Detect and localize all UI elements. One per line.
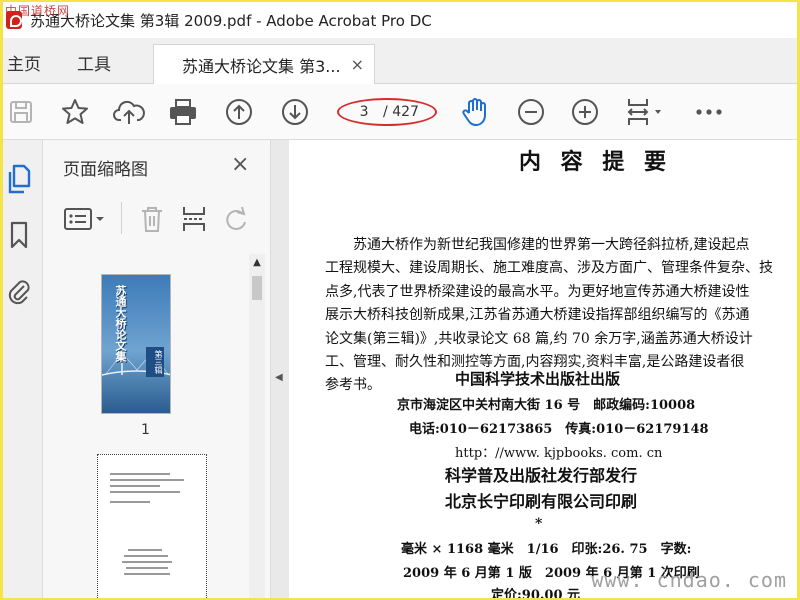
publisher-line: * xyxy=(535,516,543,532)
attachments-button[interactable] xyxy=(5,276,33,306)
toolbar-divider xyxy=(121,202,122,234)
ellipsis-icon xyxy=(696,109,722,115)
options-list-icon xyxy=(64,208,104,230)
trash-icon xyxy=(142,207,162,232)
rotate-icon xyxy=(226,206,246,230)
paragraph-line: 点多,代表了世界桥梁建设的最高水平。为更好地宣传苏通大桥建设性 xyxy=(325,283,750,300)
next-page-button[interactable] xyxy=(279,96,311,128)
left-navigation-rail xyxy=(3,140,43,598)
paragraph-line: 论文集(第三辑)》,共收录论文 68 篇,约 70 余万字,涵盖苏通大桥设计 xyxy=(325,330,753,347)
zoom-out-button[interactable] xyxy=(515,96,547,128)
acrobat-window: 苏通大桥论文集 第3辑 2009.pdf - Adobe Acrobat Pro… xyxy=(3,2,797,598)
page-number-input[interactable] xyxy=(355,103,374,121)
publisher-line: 毫米 × 1168 毫米 1/16 印张:26. 75 字数: xyxy=(401,542,692,557)
publisher-line: 定价:90.00 元 xyxy=(491,588,581,598)
page-thumbnail-1[interactable]: 苏通大桥论文集 第三辑 xyxy=(101,274,171,414)
thumbnail-text-line xyxy=(122,561,172,563)
thumbnail-page-number: 1 xyxy=(141,422,150,438)
bookmarks-button[interactable] xyxy=(5,220,33,250)
print-button[interactable] xyxy=(167,96,199,128)
hand-tool-button[interactable] xyxy=(459,96,491,128)
more-tools-button[interactable] xyxy=(693,96,725,128)
window-title: 苏通大桥论文集 第3辑 2009.pdf - Adobe Acrobat Pro… xyxy=(30,11,432,30)
thumbnail-text-line xyxy=(110,473,170,475)
panel-collapse-strip[interactable]: ◀ xyxy=(271,140,289,598)
plus-circle-icon xyxy=(572,99,598,125)
page-heading: 内 容 提 要 xyxy=(519,150,672,175)
tab-home[interactable]: 主页 xyxy=(7,50,41,75)
panel-title: 页面缩略图 xyxy=(63,160,148,180)
panel-toolbar xyxy=(61,200,261,240)
document-tab-label: 苏通大桥论文集 第3... xyxy=(182,57,341,76)
thumbnail-text-line xyxy=(110,485,160,487)
close-tab-button[interactable]: × xyxy=(351,55,364,74)
paperclip-icon xyxy=(8,280,30,305)
paragraph-line: 展示大桥科技创新成果,江苏省苏通大桥建设指挥部组织编写的《苏通 xyxy=(325,307,750,324)
page-total-label: / 427 xyxy=(383,104,419,120)
page-fit-dropdown[interactable] xyxy=(623,96,667,128)
minus-circle-icon xyxy=(518,99,544,125)
thumbnail-text-line xyxy=(110,491,180,493)
fit-page-icon xyxy=(627,99,661,125)
thumbnail-options-button[interactable] xyxy=(63,204,107,234)
star-icon xyxy=(62,99,88,124)
thumbnail-text-line xyxy=(128,549,162,551)
document-page: 内 容 提 要 苏通大桥作为新世纪我国修建的世界第一大跨径斜拉桥,建设起点 工程… xyxy=(295,140,797,598)
thumbnail-panel: 页面缩略图 × ▲ 苏通大桥论文集 第三辑 1 xyxy=(43,140,271,598)
cloud-upload-icon xyxy=(113,100,145,124)
bookmark-star-button[interactable] xyxy=(59,96,91,128)
page-number-indicator: / 427 xyxy=(337,98,437,126)
publisher-line: 北京长宁印刷有限公司印刷 xyxy=(445,492,638,511)
scroll-thumb[interactable] xyxy=(252,276,262,300)
hand-icon xyxy=(462,98,486,126)
thumbnail-scrollbar[interactable]: ▲ xyxy=(249,254,265,598)
bookmark-icon xyxy=(10,221,28,249)
thumbnail-text-line xyxy=(110,501,150,503)
thumbnail-text-line xyxy=(126,567,168,569)
scroll-up-arrow-icon[interactable]: ▲ xyxy=(249,254,265,272)
previous-page-button[interactable] xyxy=(223,96,255,128)
tab-row: 主页 工具 苏通大桥论文集 第3... × xyxy=(3,38,797,85)
thumbnail-text-line xyxy=(110,479,184,481)
thumbnail-text-line xyxy=(124,573,170,575)
zoom-in-button[interactable] xyxy=(569,96,601,128)
close-panel-button[interactable]: × xyxy=(231,152,249,177)
collapse-left-arrow-icon[interactable]: ◀ xyxy=(275,372,283,383)
publisher-line: 科学普及出版社发行部发行 xyxy=(445,466,638,485)
page-thumbnail-2[interactable] xyxy=(97,454,207,598)
site-watermark-bottom: www. cndao. com xyxy=(591,568,787,592)
publisher-line: 电话:010－62173865 传真:010－62179148 xyxy=(409,422,709,437)
printer-icon xyxy=(170,99,196,125)
cover-title: 苏通大桥论文集 xyxy=(114,285,127,362)
publisher-line: 京市海淀区中关村南大街 16 号 邮政编码:10008 xyxy=(397,398,696,413)
title-bar: 苏通大桥论文集 第3辑 2009.pdf - Adobe Acrobat Pro… xyxy=(3,2,797,38)
save-icon xyxy=(10,101,32,123)
rotate-page-button[interactable] xyxy=(221,204,251,234)
page-insert-icon xyxy=(183,207,205,231)
publisher-line: http：//www. kjpbooks. com. cn xyxy=(455,446,663,461)
document-tab[interactable]: 苏通大桥论文集 第3... × xyxy=(153,44,375,85)
site-watermark-top: 中国道桥网 xyxy=(5,4,71,18)
cover-volume-badge: 第三辑 xyxy=(146,347,164,377)
paragraph-line: 工程规模大、建设周期长、施工难度高、涉及方面广、管理条件复杂、技 xyxy=(325,260,773,277)
publisher-line: 中国科学技术出版社出版 xyxy=(455,370,621,388)
arrow-down-circle-icon xyxy=(282,99,308,125)
paragraph-line: 苏通大桥作为新世纪我国修建的世界第一大跨径斜拉桥,建设起点 xyxy=(353,237,750,253)
thumbnail-text-line xyxy=(124,555,168,557)
document-viewer[interactable]: 内 容 提 要 苏通大桥作为新世纪我国修建的世界第一大跨径斜拉桥,建设起点 工程… xyxy=(289,140,797,598)
upload-cloud-button[interactable] xyxy=(113,96,145,128)
save-button[interactable] xyxy=(5,96,37,128)
arrow-up-circle-icon xyxy=(226,99,252,125)
insert-page-button[interactable] xyxy=(179,204,209,234)
pages-icon xyxy=(8,164,31,194)
page-thumbnails-button[interactable] xyxy=(5,164,33,194)
delete-pages-button[interactable] xyxy=(137,204,167,234)
main-toolbar: / 427 xyxy=(3,84,797,140)
tab-tools[interactable]: 工具 xyxy=(77,50,111,75)
